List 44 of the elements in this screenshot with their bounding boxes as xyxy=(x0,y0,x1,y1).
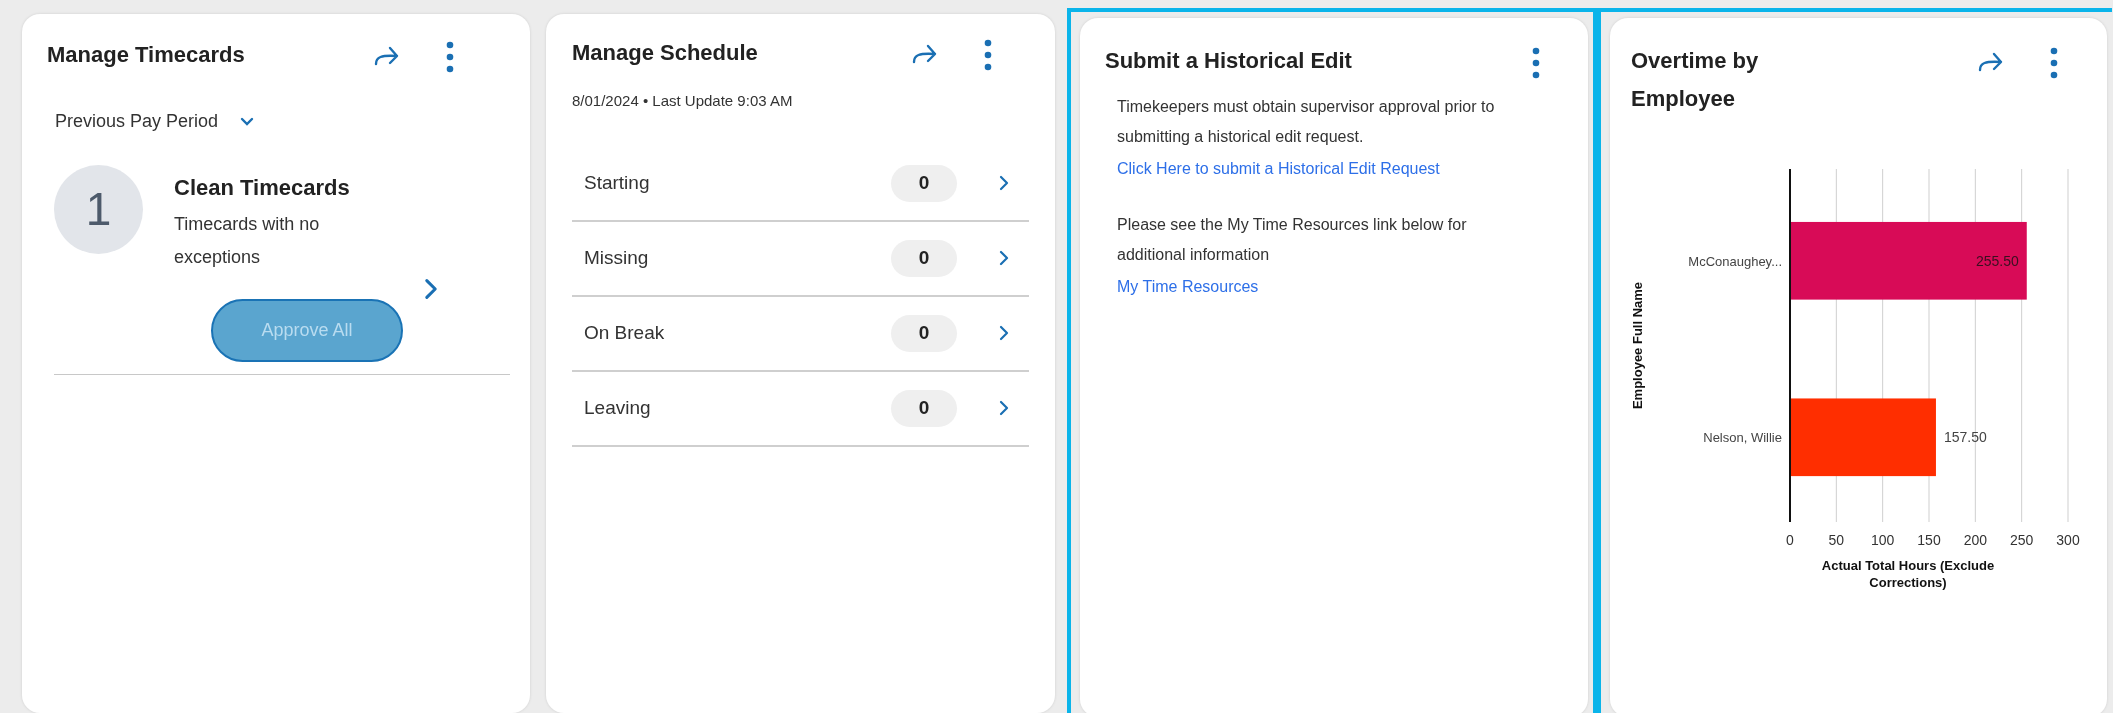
count-pill: 0 xyxy=(891,314,957,352)
paragraph-text: Timekeepers must obtain supervisor approval prior to submitting a historical edit request. xyxy=(1117,97,1496,147)
tick-label: 300 xyxy=(2056,532,2080,548)
tick-label: 0 xyxy=(1786,532,1794,548)
schedule-row[interactable]: Leaving 0 xyxy=(572,371,1029,447)
section-heading: Clean Timecards xyxy=(174,174,351,202)
paragraph-text: Please see the My Time Resources link below for additional information xyxy=(1117,215,1468,265)
schedule-row[interactable]: On Break 0 xyxy=(572,296,1029,372)
tick-label: 50 xyxy=(1828,532,1845,548)
row-label: Missing xyxy=(584,245,650,270)
count-pill: 0 xyxy=(891,164,957,202)
card-title: Submit a Historical Edit xyxy=(1105,47,1353,75)
chevron-right-icon[interactable] xyxy=(424,276,438,302)
chevron-right-icon[interactable] xyxy=(999,175,1009,191)
axis-title: Actual Total Hours (Exclude Corrections) xyxy=(1820,557,1996,591)
chevron-right-icon[interactable] xyxy=(999,325,1009,341)
chevron-right-icon[interactable] xyxy=(999,400,1009,416)
last-update-text: 8/01/2024 • Last Update 9:03 AM xyxy=(572,91,794,111)
link[interactable]: Click Here to submit a Historical Edit Request xyxy=(1117,152,1440,186)
schedule-row[interactable]: Missing 0 xyxy=(572,221,1029,297)
chevron-down-icon xyxy=(240,117,255,126)
axis-title: Employee Full Name xyxy=(1630,281,1645,410)
tick-label: 150 xyxy=(1917,532,1941,548)
card-title: Manage Timecards xyxy=(47,41,246,69)
tick-label: 200 xyxy=(1963,532,1987,548)
section-description: Timecards with no exceptions xyxy=(174,213,321,269)
card-title: Overtime by Employee xyxy=(1631,47,1760,113)
period-dropdown[interactable]: Previous Pay Period xyxy=(55,108,255,135)
value-label: 157.50 xyxy=(1943,429,1987,446)
value-label: 255.50 xyxy=(1975,252,2019,269)
count-badge: 1 xyxy=(54,165,143,254)
row-label: Leaving xyxy=(584,395,652,420)
card-title: Manage Schedule xyxy=(572,39,759,67)
category-label: Nelson, Willie xyxy=(1703,430,1782,446)
row-label: Starting xyxy=(584,170,651,195)
tick-label: 100 xyxy=(1871,532,1895,548)
tick-label: 250 xyxy=(2010,532,2034,548)
count-pill: 0 xyxy=(891,239,957,277)
chevron-right-icon[interactable] xyxy=(999,250,1009,266)
link[interactable]: My Time Resources xyxy=(1117,270,1259,304)
row-label: On Break xyxy=(584,320,666,345)
count-pill: 0 xyxy=(891,389,957,427)
schedule-row[interactable]: Starting 0 xyxy=(572,146,1029,222)
category-label: McConaughey... xyxy=(1688,253,1782,269)
